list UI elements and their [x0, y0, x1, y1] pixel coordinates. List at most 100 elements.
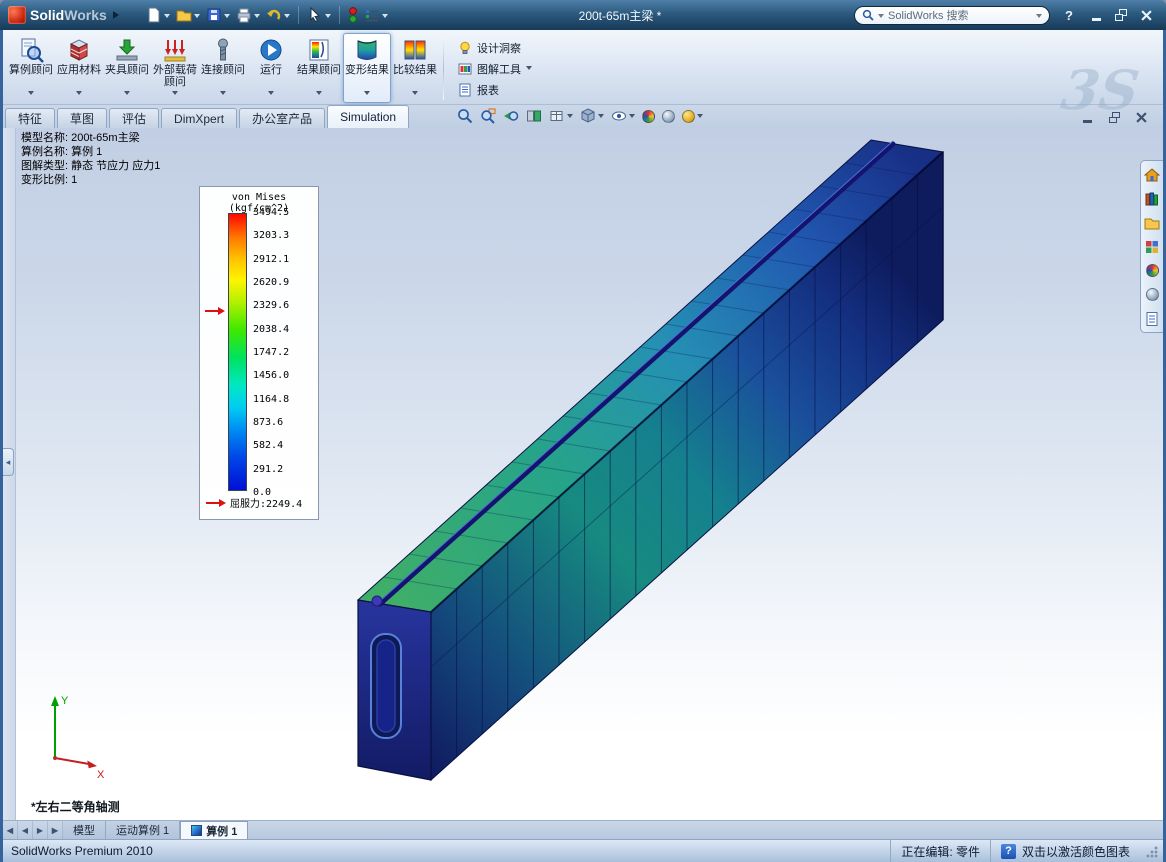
- folder-icon: [1144, 215, 1160, 231]
- tab-features[interactable]: 特征: [5, 108, 55, 128]
- tab-model[interactable]: 模型: [63, 821, 106, 839]
- minimize-button[interactable]: [1090, 9, 1102, 21]
- view-palette-button[interactable]: [1144, 238, 1161, 255]
- chevron-down-icon[interactable]: [1036, 14, 1042, 21]
- save-button[interactable]: [204, 6, 232, 24]
- resize-grip[interactable]: [1146, 845, 1159, 858]
- first-tab-button[interactable]: ◀: [3, 821, 18, 839]
- section-view-button[interactable]: [526, 108, 542, 124]
- print-icon: [236, 7, 252, 23]
- options-button[interactable]: [362, 6, 390, 24]
- search-icon: [862, 9, 874, 21]
- yield-arrow-icon: [206, 498, 227, 508]
- chevron-down-icon: [28, 91, 34, 98]
- ribbon-button-compare-results[interactable]: 比较结果: [391, 33, 439, 103]
- task-pane-strip: [1140, 160, 1163, 333]
- help-hint-icon: ?: [1001, 844, 1016, 859]
- doc-restore-button[interactable]: [1109, 112, 1120, 123]
- zoom-fit-button[interactable]: [457, 108, 473, 124]
- hide-show-items-button[interactable]: [611, 108, 635, 124]
- search-input[interactable]: SolidWorks 搜索: [888, 7, 1032, 23]
- last-tab-button[interactable]: ▶: [48, 821, 63, 839]
- triad-x-label: X: [97, 769, 105, 780]
- plot-tools-button[interactable]: 图解工具: [454, 59, 536, 78]
- model-info-annotation: 模型名称: 200t-65m主梁 算例名称: 算例 1 图解类型: 静态 节应力…: [21, 131, 160, 187]
- ribbon-button-results-advisor[interactable]: 结果顾问: [295, 33, 343, 103]
- eye-icon: [611, 108, 627, 124]
- ribbon-button-external-loads-advisor[interactable]: 外部载荷顾问: [151, 33, 199, 103]
- save-icon: [206, 7, 222, 23]
- minimize-icon: [1083, 120, 1092, 123]
- fea-model-beam[interactable]: [3, 128, 1163, 820]
- ribbon-button-deformed-result[interactable]: 变形结果: [343, 33, 391, 103]
- new-document-button[interactable]: [144, 6, 172, 24]
- open-button[interactable]: [174, 6, 202, 24]
- menu-expand-icon[interactable]: [113, 11, 123, 19]
- restore-button[interactable]: [1115, 9, 1127, 21]
- legend-color-bar: [228, 213, 247, 491]
- doc-close-button[interactable]: [1136, 112, 1147, 123]
- scene-sphere-icon: [1146, 288, 1159, 301]
- yield-marker-arrow-icon: [205, 306, 226, 316]
- tab-evaluate[interactable]: 评估: [109, 108, 159, 128]
- solidworks-window: SolidWorks 200t-65m主梁 * SolidWorks 搜索 ?: [0, 0, 1166, 862]
- books-icon: [1144, 191, 1160, 207]
- tab-simulation[interactable]: Simulation: [327, 105, 409, 128]
- view-orientation-button[interactable]: [549, 108, 573, 124]
- search-box[interactable]: SolidWorks 搜索: [854, 6, 1050, 25]
- chevron-down-icon[interactable]: [878, 14, 884, 21]
- tab-study-1[interactable]: 算例 1: [180, 821, 248, 839]
- study-advisor-icon: [18, 37, 44, 63]
- graphics-viewport[interactable]: 模型名称: 200t-65m主梁 算例名称: 算例 1 图解类型: 静态 节应力…: [3, 128, 1163, 820]
- display-style-button[interactable]: [580, 108, 604, 124]
- custom-properties-button[interactable]: [1144, 310, 1161, 327]
- chevron-down-icon: [172, 91, 178, 98]
- appearance-sphere-icon: [1146, 264, 1159, 277]
- ribbon-button-label: 夹具顾问: [104, 64, 150, 89]
- legend-tick-values: 3494.5 3203.3 2912.1 2620.9 2329.6 2038.…: [253, 207, 289, 499]
- minimize-icon: [1092, 18, 1101, 21]
- tab-label: 算例 1: [206, 823, 237, 839]
- orientation-triad: Y X: [23, 688, 113, 780]
- tab-office-products[interactable]: 办公室产品: [239, 108, 325, 128]
- apply-scene-button[interactable]: [662, 110, 675, 123]
- design-library-button[interactable]: [1144, 190, 1161, 207]
- tab-sketch[interactable]: 草图: [57, 108, 107, 128]
- tab-motion-study-1[interactable]: 运动算例 1: [106, 821, 180, 839]
- results-advisor-icon: [306, 37, 332, 63]
- file-explorer-button[interactable]: [1144, 214, 1161, 231]
- ribbon-button-fixtures-advisor[interactable]: 夹具顾问: [103, 33, 151, 103]
- print-button[interactable]: [234, 6, 262, 24]
- design-insight-button[interactable]: 设计洞察: [454, 38, 536, 57]
- chevron-down-icon: [325, 14, 331, 21]
- zoom-area-button[interactable]: [480, 108, 496, 124]
- view-orientation-icon: [549, 108, 565, 124]
- ribbon-button-run[interactable]: 运行: [247, 33, 295, 103]
- close-button[interactable]: [1140, 9, 1152, 21]
- scenes-button[interactable]: [1144, 286, 1161, 303]
- stress-legend[interactable]: von Mises (kgf/cm^2) 3494.5 3203.3 2912.…: [199, 186, 319, 520]
- edit-appearance-button[interactable]: [642, 110, 655, 123]
- next-tab-button[interactable]: ▶: [33, 821, 48, 839]
- doc-minimize-button[interactable]: [1082, 112, 1093, 123]
- previous-view-button[interactable]: [503, 108, 519, 124]
- tab-label: 模型: [73, 822, 95, 838]
- ribbon-button-apply-material[interactable]: 应用材料: [55, 33, 103, 103]
- report-button[interactable]: 报表: [454, 80, 536, 99]
- ribbon-button-label: 应用材料: [56, 64, 102, 89]
- tab-dimxpert[interactable]: DimXpert: [161, 108, 237, 128]
- help-button[interactable]: ?: [1065, 8, 1073, 23]
- resources-home-button[interactable]: [1144, 166, 1161, 183]
- undo-button[interactable]: [264, 6, 292, 24]
- panel-collapse-tab[interactable]: ◂: [3, 448, 14, 476]
- select-tool-button[interactable]: [305, 6, 333, 24]
- fixtures-advisor-icon: [114, 37, 140, 63]
- ribbon-button-study-advisor[interactable]: 算例顾问: [7, 33, 55, 103]
- view-settings-button[interactable]: [682, 110, 703, 123]
- appearances-button[interactable]: [1144, 262, 1161, 279]
- rebuild-button[interactable]: [346, 6, 360, 24]
- chevron-down-icon: [629, 114, 635, 121]
- ribbon-button-connections-advisor[interactable]: 连接顾问: [199, 33, 247, 103]
- previous-tab-button[interactable]: ◀: [18, 821, 33, 839]
- close-icon: [1141, 10, 1152, 21]
